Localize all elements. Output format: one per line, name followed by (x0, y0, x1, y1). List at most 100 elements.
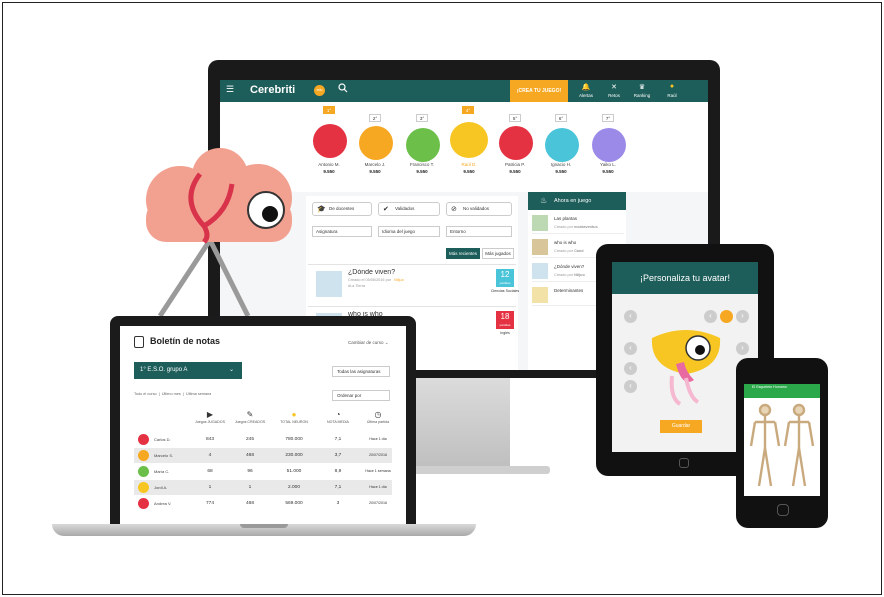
cell-created: 1 (248, 485, 252, 490)
player-name: Francisco T. (409, 162, 435, 167)
plays-badge: 12 partidas (496, 269, 514, 287)
nav-alerts[interactable]: 🔔 Alertas (572, 83, 600, 98)
cell-neurons: 569.000 (285, 501, 303, 506)
player-avatar[interactable] (313, 124, 347, 158)
filter-validated[interactable]: ✔ Validados (378, 202, 440, 216)
player-avatar[interactable] (406, 128, 440, 162)
nav-user[interactable]: ● Raúl (658, 83, 686, 98)
cell-last: Hace 1 día (369, 485, 387, 489)
col-average[interactable]: ◔ NOTA MEDIA (316, 410, 360, 425)
tablet-home-button[interactable] (679, 458, 689, 468)
chevron-down-icon: ⌄ (228, 367, 234, 373)
table-row[interactable]: Jordi A. 1 1 2.000 7,1 Hace 1 día (134, 480, 392, 495)
avatar-page-title: ¡Personaliza tu avatar! (612, 262, 758, 294)
tab-most-played[interactable]: Más jugados (482, 248, 514, 259)
col-created[interactable]: ✎ Juegos CREADOS (228, 410, 272, 425)
page-title: Boletín de notas (150, 336, 221, 346)
item-title: who is who (554, 240, 577, 245)
cell-played: 774 (205, 501, 214, 506)
prev-arrow-icon[interactable]: ‹ (624, 342, 637, 355)
tab-most-recent[interactable]: Más recientes (446, 248, 480, 259)
prev-arrow-icon[interactable]: ‹ (624, 362, 637, 375)
skeleton-image (747, 400, 817, 490)
player-score: 9.550 (555, 169, 567, 174)
laptop-screen: Boletín de notas Cambiar de curso ⌄ 1° E… (120, 326, 406, 524)
now-playing-item[interactable]: Las plantas Creado por montaventus (532, 212, 624, 234)
player-avatar[interactable] (450, 122, 488, 158)
game-thumbnail (532, 215, 548, 231)
player-score: 9.550 (602, 169, 614, 174)
player-score: 9.550 (416, 169, 428, 174)
coin-icon: ● (291, 410, 297, 419)
game-meta: Creado el 05/06/2016 por (348, 278, 392, 282)
phone-home-button[interactable] (777, 504, 789, 516)
player-avatar[interactable] (359, 126, 393, 160)
player-avatar[interactable] (499, 126, 533, 160)
game-thumbnail (532, 239, 548, 255)
subject-select[interactable]: Asignatura (312, 226, 372, 237)
item-meta: Creado por Cand (554, 249, 584, 253)
gauge-icon: ◔ (335, 410, 341, 419)
prev-arrow-icon[interactable]: ‹ (624, 310, 637, 323)
cell-average: 7,1 (334, 437, 342, 442)
cell-last: 20/07/2016 (369, 453, 387, 457)
table-row[interactable]: María C. 68 96 51.000 8,9 Hace 1 semana (134, 464, 392, 479)
cell-created: 96 (247, 469, 253, 474)
rank-badge: 3° (416, 114, 428, 122)
filter-not-validated[interactable]: ⊘ No validados (446, 202, 512, 216)
player-name: Antonio M. (318, 162, 340, 167)
cell-average: 7,1 (334, 485, 342, 490)
col-neurons[interactable]: ● TOTAL NEURON (272, 410, 316, 425)
player-score: 9.550 (323, 169, 335, 174)
table-row[interactable]: Andrea V. 774 468 569.000 3 20/07/2016 (134, 496, 392, 511)
trophy-icon: ♛ (638, 84, 646, 91)
game-thumbnail (532, 263, 548, 279)
prev-arrow-icon[interactable]: ‹ (624, 380, 637, 393)
table-row[interactable]: Carlos D. 843 245 780.000 7,1 Hace 1 día (134, 432, 392, 447)
cell-played: 843 (205, 437, 214, 442)
group-selector[interactable]: 1° E.S.O. grupo A ⌄ (134, 362, 242, 379)
create-game-button[interactable]: ¡CREA TU JUEGO! (510, 80, 568, 102)
item-title: ¿Dónde viven? (554, 264, 585, 269)
game-card[interactable]: ¿Dónde viven? Creado el 05/06/2016 por N… (308, 264, 519, 304)
col-last-game[interactable]: ◷ Última partida (356, 410, 400, 425)
period-tabs[interactable]: Todo el curso | Último mes | Última sema… (134, 392, 211, 396)
menu-icon[interactable]: ☰ (226, 84, 234, 95)
app-logo[interactable]: Cerebriti (250, 84, 295, 96)
student-avatar (138, 498, 149, 509)
game-author[interactable]: Ntijuo (394, 278, 404, 282)
nav-ranking[interactable]: ♛ Ranking (628, 83, 656, 98)
subjects-select[interactable]: Todas las asignaturas (332, 366, 390, 377)
player-name: Patricia P. (505, 162, 525, 167)
change-course-link[interactable]: Cambiar de curso ⌄ (348, 340, 389, 346)
nav-challenges[interactable]: ✕ Retos (600, 83, 628, 98)
color-swatch[interactable] (720, 310, 733, 323)
save-avatar-button[interactable]: Guardar (660, 420, 702, 433)
next-arrow-icon[interactable]: › (736, 342, 749, 355)
search-icon[interactable] (338, 83, 348, 96)
player-score: 9.550 (509, 169, 521, 174)
cell-neurons: 51.000 (286, 469, 302, 474)
player-avatar[interactable] (545, 128, 579, 162)
report-icon (134, 336, 144, 348)
next-arrow-icon[interactable]: › (736, 310, 749, 323)
environment-select[interactable]: Entorno (446, 226, 512, 237)
pencil-icon: ✎ (246, 410, 254, 419)
player-name: Raúl D. (461, 162, 477, 167)
item-title: Las plantas (554, 216, 578, 221)
player-score: 9.550 (369, 169, 381, 174)
rank-badge: 4° (462, 106, 474, 114)
order-select[interactable]: Ordenar por (332, 390, 390, 401)
player-avatar[interactable] (592, 128, 626, 162)
cell-last: Hace 1 semana (365, 469, 391, 473)
filter-teachers[interactable]: 🎓 De docentes (312, 202, 372, 216)
cell-neurons: 780.000 (285, 437, 303, 442)
flame-icon: ♨ (540, 196, 548, 205)
student-name: Carlos D. (154, 437, 171, 442)
language-select[interactable]: Idioma del juego (378, 226, 440, 237)
game-title: ¿Dónde viven? (348, 269, 396, 276)
game-tag[interactable]: #La Tierra (348, 284, 365, 288)
table-row[interactable]: Marcelo S. 4 468 230.000 3,7 20/07/2016 (134, 448, 392, 463)
col-played[interactable]: ▶ Juegos JUGADOS (188, 410, 232, 425)
prev-arrow-icon[interactable]: ‹ (704, 310, 717, 323)
